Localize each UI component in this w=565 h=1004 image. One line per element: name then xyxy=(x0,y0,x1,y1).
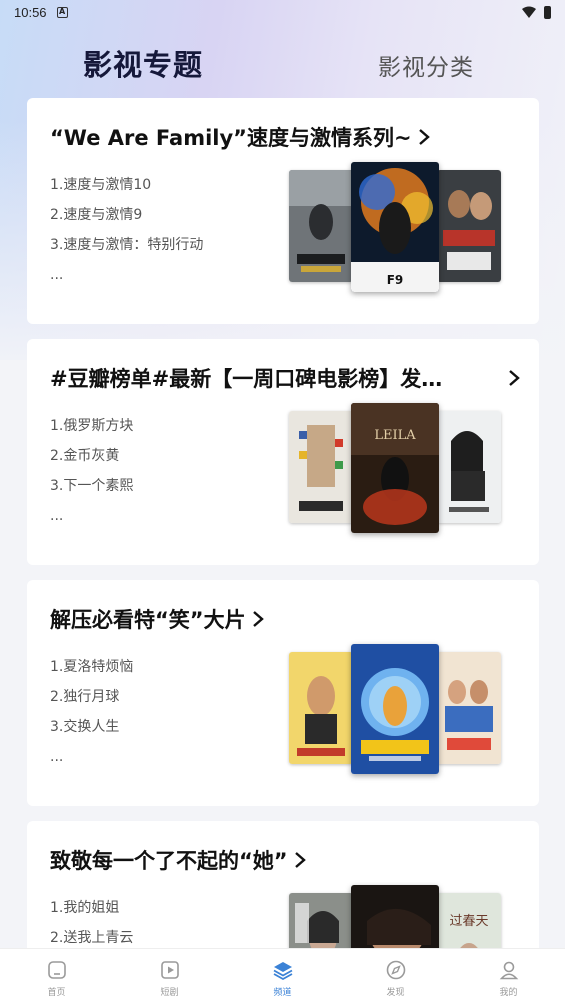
list-item: 2.金币灰黄 xyxy=(50,448,120,464)
nav-label: 我的 xyxy=(499,988,518,998)
list-item: 3.下一个素熙 xyxy=(50,478,134,494)
svg-text:LEILA: LEILA xyxy=(374,428,416,443)
movie-poster xyxy=(289,411,353,523)
list-item: 1.俄罗斯方块 xyxy=(50,418,134,434)
list-item: 3.速度与激情：特别行动 xyxy=(50,237,204,253)
nav-label: 短剧 xyxy=(160,988,179,998)
list-item: 2.独行月球 xyxy=(50,689,120,705)
compass-icon xyxy=(386,960,405,980)
list-item: 1.我的姐姐 xyxy=(50,900,120,916)
poster-stack[interactable]: 过春天 xyxy=(289,885,503,948)
topic-card-title[interactable]: 解压必看特“笑”大片 xyxy=(50,604,520,634)
topic-card-title-text: 解压必看特“笑”大片 xyxy=(50,608,246,632)
list-item: ... xyxy=(50,267,64,283)
list-item: 1.速度与激情10 xyxy=(50,177,152,193)
movie-poster xyxy=(289,893,353,948)
chevron-right-icon xyxy=(294,852,306,868)
nav-discover[interactable]: 发现 xyxy=(339,949,452,1004)
list-item: 1.夏洛特烦恼 xyxy=(50,659,134,675)
movie-poster xyxy=(289,170,353,282)
topic-card[interactable]: #豆瓣榜单#最新【一周口碑电影榜】发… 1.俄罗斯方块 2.金币灰黄 3.下一个… xyxy=(27,339,539,565)
nav-label: 频道 xyxy=(273,988,292,998)
topic-card[interactable]: 致敬每一个了不起的“她” 1.我的姐姐 2.送我上青云 过春天 xyxy=(27,821,539,948)
list-item: 2.速度与激情9 xyxy=(50,207,143,223)
tab-topics[interactable]: 影视专题 xyxy=(83,42,203,84)
battery-icon xyxy=(544,5,551,19)
topic-card-list: 1.我的姐姐 2.送我上青云 xyxy=(50,893,133,948)
poster-stack[interactable] xyxy=(289,644,503,774)
topic-card[interactable]: 解压必看特“笑”大片 1.夏洛特烦恼 2.独行月球 3.交换人生 ... xyxy=(27,580,539,806)
nav-label: 首页 xyxy=(47,988,66,998)
poster-stack[interactable]: F9 xyxy=(289,162,503,292)
movie-poster: F9 xyxy=(351,162,439,292)
chevron-right-icon xyxy=(509,370,520,386)
movie-poster: 过春天 xyxy=(437,893,501,948)
chevron-right-icon xyxy=(418,129,430,145)
status-icons xyxy=(522,5,551,19)
status-time: 10:56 xyxy=(14,4,47,20)
topic-card[interactable]: “We Are Family”速度与激情系列~ 1.速度与激情10 2.速度与激… xyxy=(27,98,539,324)
topic-card-list: 1.夏洛特烦恼 2.独行月球 3.交换人生 ... xyxy=(50,652,133,772)
top-tabs: 影视专题 影视分类 xyxy=(0,36,565,86)
topic-feed[interactable]: “We Are Family”速度与激情系列~ 1.速度与激情10 2.速度与激… xyxy=(27,98,539,948)
topic-card-title-text: “We Are Family”速度与激情系列~ xyxy=(50,126,412,150)
movie-poster: LEILA xyxy=(351,403,439,533)
nav-channel[interactable]: 频道 xyxy=(226,949,339,1004)
layers-icon xyxy=(273,962,292,981)
topic-card-title[interactable]: #豆瓣榜单#最新【一周口碑电影榜】发… xyxy=(50,363,520,393)
movie-poster xyxy=(437,652,501,764)
status-bar: 10:56 A xyxy=(0,0,565,24)
movie-poster xyxy=(351,885,439,948)
topic-card-list: 1.速度与激情10 2.速度与激情9 3.速度与激情：特别行动 ... xyxy=(50,170,203,290)
poster-stack[interactable]: LEILA xyxy=(289,403,503,533)
movie-poster xyxy=(437,170,501,282)
chevron-right-icon xyxy=(252,611,264,627)
notification-a-icon: A xyxy=(56,6,68,18)
play-icon xyxy=(160,961,179,979)
movie-poster xyxy=(437,411,501,523)
list-item: 2.送我上青云 xyxy=(50,930,134,946)
nav-label: 发现 xyxy=(386,988,405,998)
tab-categories[interactable]: 影视分类 xyxy=(378,48,474,82)
topic-card-title[interactable]: “We Are Family”速度与激情系列~ xyxy=(50,122,520,152)
movie-poster xyxy=(289,652,353,764)
user-icon xyxy=(499,961,518,980)
nav-home[interactable]: 首页 xyxy=(0,949,113,1004)
wifi-icon xyxy=(522,6,536,18)
list-item: 3.交换人生 xyxy=(50,719,120,735)
list-item: ... xyxy=(50,749,64,765)
topic-card-title[interactable]: 致敬每一个了不起的“她” xyxy=(50,845,520,875)
topic-card-title-text: #豆瓣榜单#最新【一周口碑电影榜】发… xyxy=(50,367,443,391)
nav-profile[interactable]: 我的 xyxy=(452,949,565,1004)
bottom-navigation: 首页 短剧 频道 发现 我的 xyxy=(0,948,565,1004)
nav-short-drama[interactable]: 短剧 xyxy=(113,949,226,1004)
list-item: ... xyxy=(50,508,64,524)
topic-card-title-text: 致敬每一个了不起的“她” xyxy=(50,849,288,873)
home-icon xyxy=(47,961,66,979)
topic-card-list: 1.俄罗斯方块 2.金币灰黄 3.下一个素熙 ... xyxy=(50,411,133,531)
movie-poster xyxy=(351,644,439,774)
svg-text:F9: F9 xyxy=(387,273,404,287)
svg-text:过春天: 过春天 xyxy=(449,914,488,929)
